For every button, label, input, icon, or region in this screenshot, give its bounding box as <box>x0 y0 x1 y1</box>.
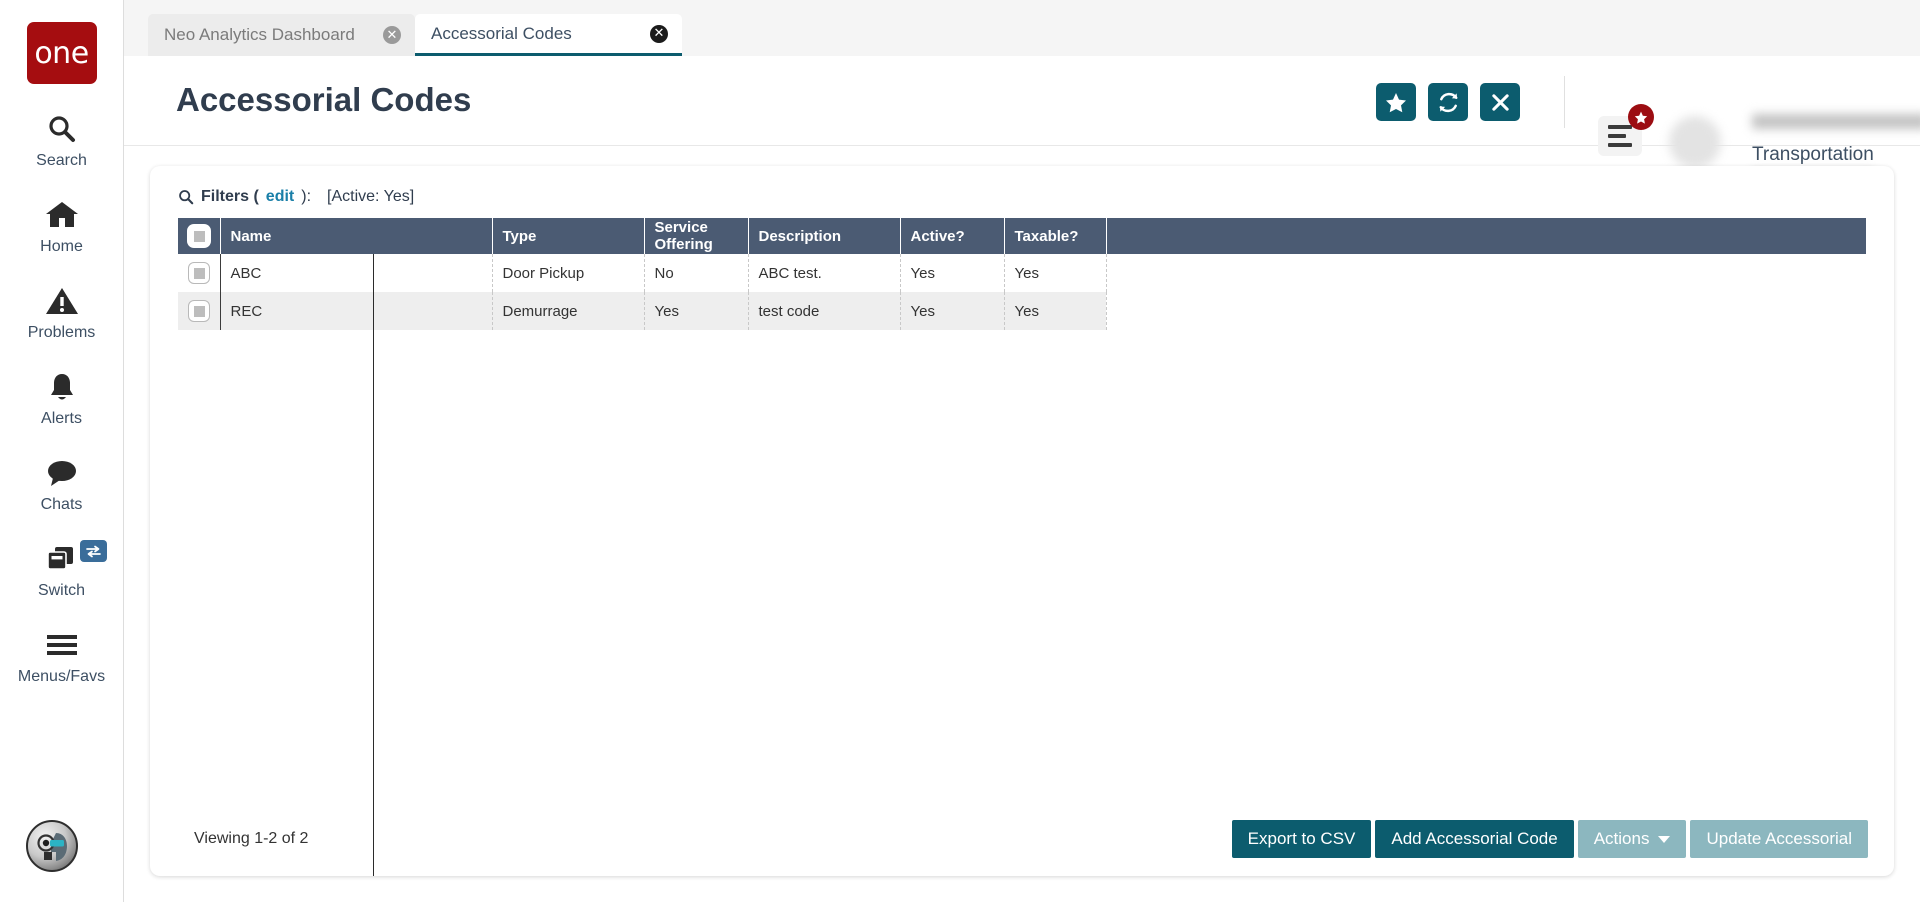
refresh-icon <box>1437 91 1460 114</box>
table-left-rule <box>373 254 374 876</box>
close-circle-icon[interactable]: ✕ <box>383 26 401 44</box>
search-icon <box>178 189 194 205</box>
cell-active: Yes <box>900 292 1004 330</box>
header-divider <box>1564 76 1565 128</box>
column-header-taxable[interactable]: Taxable? <box>1004 218 1106 254</box>
select-all-checkbox[interactable] <box>188 225 210 247</box>
cell-taxable: Yes <box>1004 292 1106 330</box>
header-action-group <box>1376 83 1520 121</box>
footer-action-bar: Export to CSV Add Accessorial Code Actio… <box>1232 820 1868 858</box>
row-checkbox-cell <box>178 292 220 330</box>
button-label: Export to CSV <box>1248 829 1356 849</box>
browser-tab-strip: Neo Analytics Dashboard ✕ Accessorial Co… <box>124 0 1920 56</box>
hamburger-icon <box>45 626 79 664</box>
chat-bubble-icon <box>45 454 79 492</box>
sidebar-item-home[interactable]: Home <box>0 196 124 256</box>
button-label: Actions <box>1594 829 1650 849</box>
cell-empty <box>1106 254 1866 292</box>
favorite-button[interactable] <box>1376 83 1416 121</box>
table-row[interactable]: ABC Door Pickup No ABC test. Yes Yes <box>178 254 1866 292</box>
update-accessorial-button[interactable]: Update Accessorial <box>1690 820 1868 858</box>
table-header-row: Name Type Service Offering Description A… <box>178 218 1866 254</box>
sidebar-item-label: Switch <box>38 582 85 600</box>
column-header-empty <box>1106 218 1866 254</box>
sidebar-item-label: Search <box>36 152 87 170</box>
switch-windows-icon <box>45 540 79 578</box>
exchange-arrows-icon <box>85 545 102 558</box>
sidebar-item-switch[interactable]: Switch <box>0 540 124 600</box>
cell-empty <box>1106 292 1866 330</box>
bell-icon <box>46 368 78 406</box>
ai-assistant-avatar-icon[interactable] <box>26 820 78 872</box>
column-header-service-offering[interactable]: Service Offering <box>644 218 748 254</box>
tab-label: Accessorial Codes <box>431 24 572 44</box>
brand-logo-text: one <box>34 36 88 71</box>
button-label: Add Accessorial Code <box>1391 829 1557 849</box>
viewing-count-label: Viewing 1-2 of 2 <box>194 830 308 848</box>
cell-description: ABC test. <box>748 254 900 292</box>
cell-taxable: Yes <box>1004 254 1106 292</box>
filters-edit-link[interactable]: edit <box>266 188 294 206</box>
sidebar-item-chats[interactable]: Chats <box>0 454 124 514</box>
page-header: Accessorial Codes Transportation Manager <box>124 56 1920 146</box>
search-icon <box>46 110 78 148</box>
user-name-redacted <box>1752 114 1920 129</box>
export-to-csv-button[interactable]: Export to CSV <box>1232 820 1372 858</box>
switch-toggle-badge[interactable] <box>80 540 107 562</box>
left-sidebar: one Search Home Problems Alerts Chats <box>0 0 124 902</box>
close-button[interactable] <box>1480 83 1520 121</box>
sidebar-item-label: Menus/Favs <box>18 668 105 686</box>
sidebar-item-problems[interactable]: Problems <box>0 282 124 342</box>
filters-label: Filters ( <box>201 188 259 206</box>
sidebar-item-label: Alerts <box>41 410 82 428</box>
actions-dropdown-button[interactable]: Actions <box>1578 820 1687 858</box>
star-icon <box>1385 92 1407 113</box>
cell-service-offering: Yes <box>644 292 748 330</box>
tab-neo-analytics-dashboard[interactable]: Neo Analytics Dashboard ✕ <box>148 14 415 56</box>
table-row[interactable]: REC Demurrage Yes test code Yes Yes <box>178 292 1866 330</box>
row-checkbox[interactable] <box>188 300 210 322</box>
tab-accessorial-codes[interactable]: Accessorial Codes ✕ <box>415 14 682 56</box>
filters-label-end: ): <box>301 188 311 206</box>
cell-service-offering: No <box>644 254 748 292</box>
refresh-button[interactable] <box>1428 83 1468 121</box>
row-checkbox[interactable] <box>188 262 210 284</box>
add-accessorial-code-button[interactable]: Add Accessorial Code <box>1375 820 1573 858</box>
row-checkbox-cell <box>178 254 220 292</box>
sidebar-item-label: Problems <box>28 324 96 342</box>
brand-logo[interactable]: one <box>27 22 97 84</box>
star-badge-icon <box>1628 104 1654 130</box>
content-panel: Filters ( edit ): [Active: Yes] Name Typ… <box>150 166 1894 876</box>
panel-footer: Viewing 1-2 of 2 Export to CSV Add Acces… <box>150 804 1894 876</box>
button-label: Update Accessorial <box>1706 829 1852 849</box>
sidebar-item-label: Chats <box>41 496 83 514</box>
cell-name[interactable]: ABC <box>220 254 492 292</box>
filters-bar: Filters ( edit ): [Active: Yes] <box>178 188 414 206</box>
column-header-type[interactable]: Type <box>492 218 644 254</box>
column-header-description[interactable]: Description <box>748 218 900 254</box>
cell-description: test code <box>748 292 900 330</box>
column-header-name[interactable]: Name <box>220 218 492 254</box>
select-all-checkbox-cell <box>178 218 220 254</box>
cell-active: Yes <box>900 254 1004 292</box>
filters-active-value: [Active: Yes] <box>327 188 414 206</box>
close-circle-icon[interactable]: ✕ <box>650 25 668 43</box>
warning-triangle-icon <box>45 282 79 320</box>
sidebar-item-menus-favs[interactable]: Menus/Favs <box>0 626 124 686</box>
tab-label: Neo Analytics Dashboard <box>164 25 355 45</box>
column-header-active[interactable]: Active? <box>900 218 1004 254</box>
accessorial-codes-table: Name Type Service Offering Description A… <box>178 218 1866 330</box>
sidebar-item-search[interactable]: Search <box>0 110 124 170</box>
x-icon <box>1491 93 1510 112</box>
sidebar-item-alerts[interactable]: Alerts <box>0 368 124 428</box>
caret-down-icon <box>1658 836 1670 843</box>
avatar <box>1669 116 1721 168</box>
header-menu-button[interactable] <box>1598 116 1642 156</box>
cell-name[interactable]: REC <box>220 292 492 330</box>
cell-type: Door Pickup <box>492 254 644 292</box>
page-title: Accessorial Codes <box>176 81 471 119</box>
home-icon <box>45 196 79 234</box>
cell-type: Demurrage <box>492 292 644 330</box>
sidebar-item-label: Home <box>40 238 83 256</box>
